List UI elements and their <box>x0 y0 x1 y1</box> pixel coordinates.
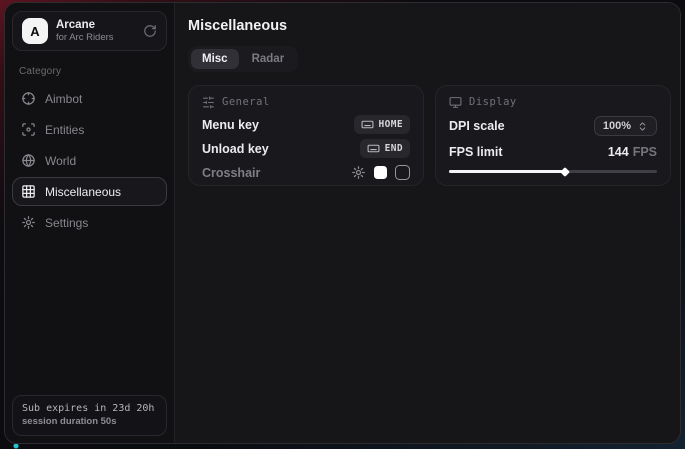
scan-eye-icon <box>21 122 36 137</box>
general-card: General Menu key HOME Unload key <box>188 85 424 186</box>
app-name: Arcane <box>56 19 114 32</box>
crosshair-controls <box>351 165 410 180</box>
cards-row: General Menu key HOME Unload key <box>188 85 671 186</box>
unload-key-value: END <box>385 143 403 154</box>
page-title: Miscellaneous <box>188 18 671 34</box>
fps-slider-thumb[interactable] <box>561 167 571 177</box>
sidebar-item-miscellaneous[interactable]: Miscellaneous <box>12 177 167 206</box>
sidebar-item-label: World <box>45 154 76 168</box>
grid-icon <box>21 184 36 199</box>
menu-key-bind-button[interactable]: HOME <box>354 115 410 134</box>
dpi-scale-label: DPI scale <box>449 119 505 133</box>
menu-key-row: Menu key HOME <box>202 116 410 133</box>
crosshair-checkbox[interactable] <box>395 165 410 180</box>
sidebar: A Arcane for Arc Riders Category Aimbot <box>5 3 175 443</box>
general-card-title: General <box>222 96 270 109</box>
general-card-header: General <box>202 96 410 109</box>
sync-icon[interactable] <box>143 24 157 38</box>
display-card: Display DPI scale 100% FPS limit 144 <box>435 85 671 186</box>
category-label: Category <box>19 66 160 77</box>
dpi-scale-row: DPI scale 100% <box>449 116 657 136</box>
app-subtitle: for Arc Riders <box>56 32 114 43</box>
fps-slider-fill <box>449 170 565 173</box>
app-header-card: A Arcane for Arc Riders <box>12 11 167 51</box>
display-card-title: Display <box>469 96 517 109</box>
tab-misc[interactable]: Misc <box>191 49 239 69</box>
monitor-icon <box>449 96 462 109</box>
dpi-scale-select[interactable]: 100% <box>594 116 657 136</box>
crosshair-color-swatch[interactable] <box>374 166 387 179</box>
sidebar-item-entities[interactable]: Entities <box>12 115 167 144</box>
fps-value: 144 <box>608 145 629 159</box>
sidebar-item-settings[interactable]: Settings <box>12 208 167 237</box>
crosshair-icon <box>21 91 36 106</box>
keyboard-icon <box>367 142 380 155</box>
main-panel: Miscellaneous Misc Radar General Menu ke… <box>175 3 681 443</box>
dpi-scale-value: 100% <box>603 120 631 132</box>
chevrons-up-down-icon <box>637 121 648 132</box>
globe-icon <box>21 153 36 168</box>
crosshair-settings-gear-icon[interactable] <box>351 165 366 180</box>
unload-key-bind-button[interactable]: END <box>360 139 410 158</box>
unload-key-row: Unload key END <box>202 140 410 157</box>
sub-expires-text: Sub expires in 23d 20h <box>22 402 157 416</box>
menu-key-value: HOME <box>379 119 403 130</box>
fps-limit-row: FPS limit 144 FPS <box>449 143 657 160</box>
app-window: A Arcane for Arc Riders Category Aimbot <box>4 2 681 444</box>
unload-key-label: Unload key <box>202 142 269 156</box>
menu-key-label: Menu key <box>202 118 259 132</box>
fps-limit-label: FPS limit <box>449 145 502 159</box>
fps-slider[interactable] <box>449 170 657 173</box>
sidebar-item-label: Settings <box>45 216 88 230</box>
session-duration-text: session duration 50s <box>22 416 157 428</box>
sidebar-item-label: Entities <box>45 123 84 137</box>
fps-unit: FPS <box>633 145 657 159</box>
crosshair-label: Crosshair <box>202 166 260 180</box>
sliders-icon <box>202 96 215 109</box>
crosshair-row: Crosshair <box>202 164 410 181</box>
sidebar-item-aimbot[interactable]: Aimbot <box>12 84 167 113</box>
sidebar-item-label: Aimbot <box>45 92 82 106</box>
avatar: A <box>22 18 48 44</box>
display-card-header: Display <box>449 96 657 109</box>
sidebar-nav: Aimbot Entities World Miscellaneous <box>12 84 167 237</box>
tab-strip: Misc Radar <box>188 46 298 72</box>
fps-value-group: 144 FPS <box>608 145 657 159</box>
subscription-card: Sub expires in 23d 20h session duration … <box>12 395 167 436</box>
app-title-block: Arcane for Arc Riders <box>56 19 114 43</box>
gear-icon <box>21 215 36 230</box>
keyboard-icon <box>361 118 374 131</box>
tab-radar[interactable]: Radar <box>241 49 296 69</box>
sidebar-item-label: Miscellaneous <box>45 185 121 199</box>
sidebar-item-world[interactable]: World <box>12 146 167 175</box>
